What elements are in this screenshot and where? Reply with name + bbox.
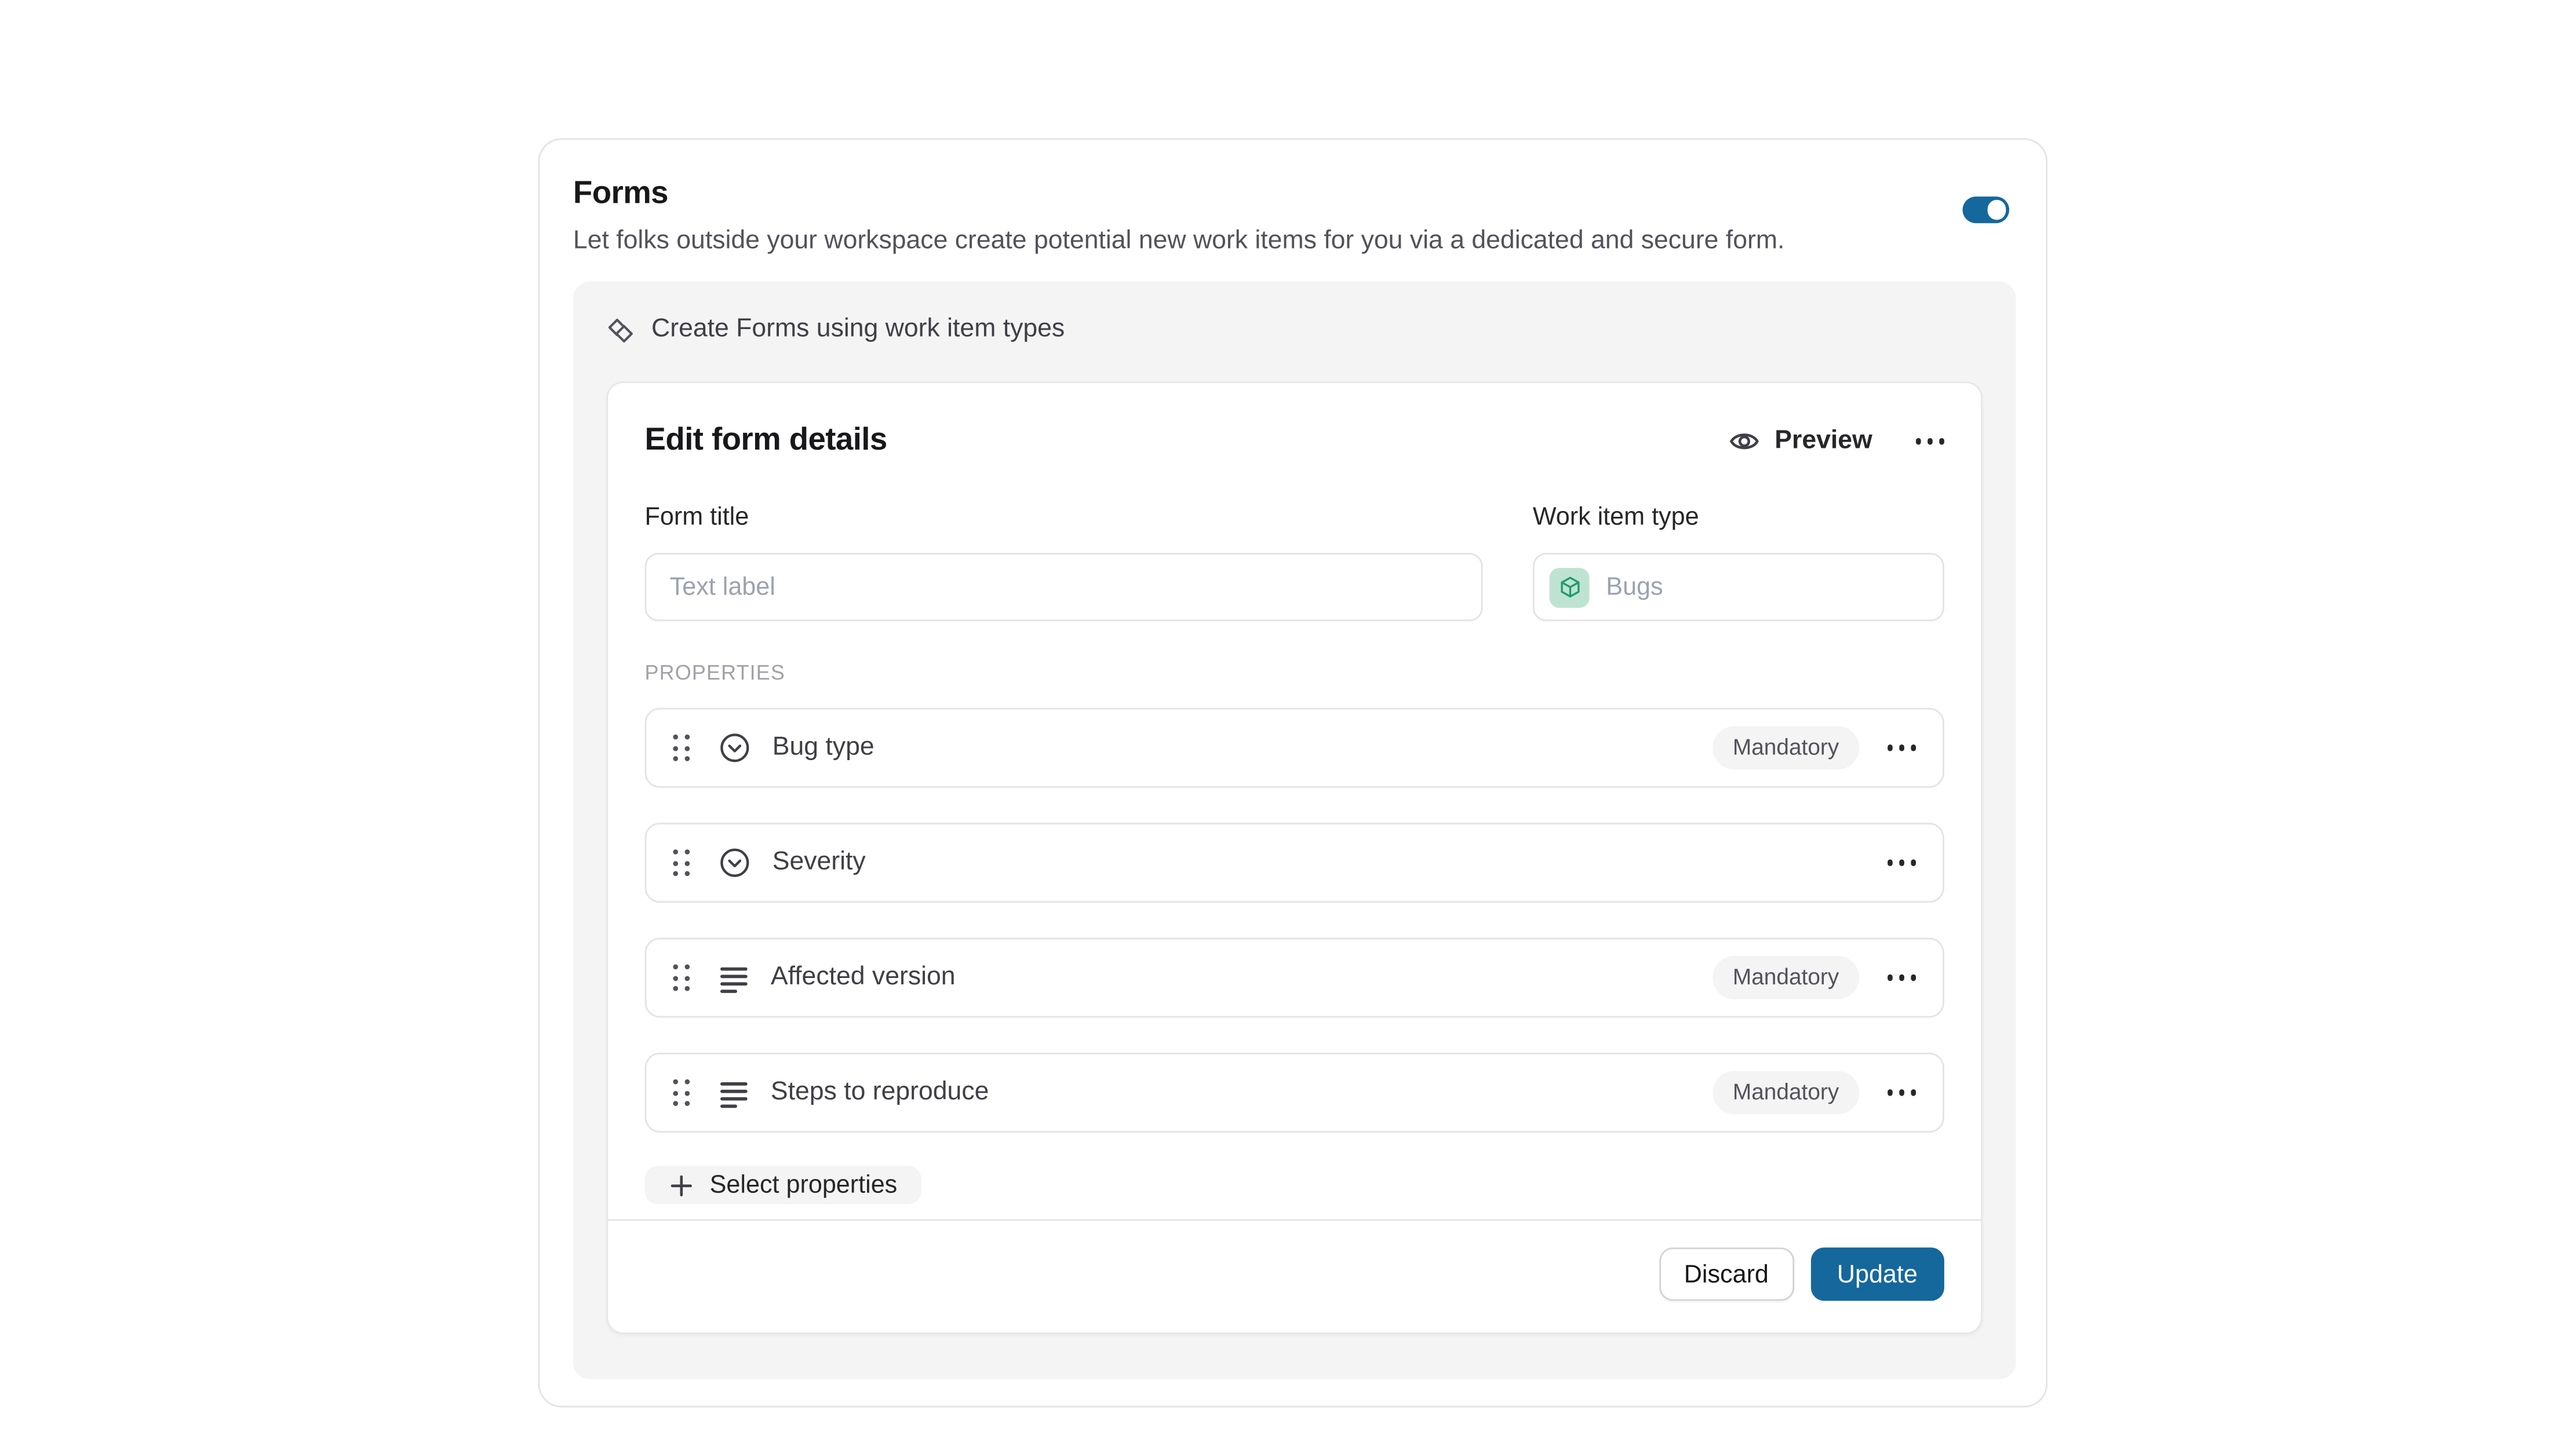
layers-icon (606, 316, 635, 344)
editor-footer: Discard Update (608, 1219, 1981, 1332)
editor-menu-ellipsis-icon[interactable] (1916, 439, 1944, 444)
property-label: Affected version (771, 963, 956, 993)
mandatory-badge: Mandatory (1713, 726, 1859, 769)
drag-handle-icon[interactable] (673, 964, 689, 991)
work-item-type-label: Work item type (1533, 503, 1944, 533)
panel-header: Create Forms using work item types (606, 315, 1983, 345)
preview-button[interactable]: Preview (1728, 425, 1872, 458)
property-row: Severity Mandatory (645, 823, 1944, 903)
property-label: Severity (773, 848, 866, 878)
forms-settings-card: Forms Let folks outside your workspace c… (538, 138, 2048, 1408)
editor-header: Edit form details Preview (645, 419, 1944, 463)
property-menu-ellipsis-icon[interactable] (1888, 745, 1916, 751)
text-property-icon (717, 1077, 749, 1109)
property-menu-ellipsis-icon[interactable] (1888, 1090, 1916, 1096)
edit-form-card: Edit form details Preview (606, 381, 1983, 1334)
cube-icon (1550, 567, 1590, 607)
select-properties-button[interactable]: Select properties (645, 1166, 921, 1204)
properties-list: Bug type Mandatory Severity Mandatory (645, 708, 1944, 1133)
work-item-type-value: Bugs (1606, 573, 1663, 601)
property-menu-ellipsis-icon[interactable] (1888, 860, 1916, 866)
form-title-input[interactable] (645, 553, 1483, 621)
property-label: Bug type (773, 733, 875, 763)
properties-caption: PROPERTIES (645, 661, 1944, 686)
select-properties-label: Select properties (710, 1171, 898, 1199)
work-item-type-field[interactable]: Bugs (1533, 553, 1944, 621)
discard-button[interactable]: Discard (1659, 1247, 1794, 1301)
property-row: Affected version Mandatory (645, 938, 1944, 1018)
forms-settings-page: Forms Let folks outside your workspace c… (0, 0, 2575, 1449)
property-row: Bug type Mandatory (645, 708, 1944, 788)
editor-title: Edit form details (645, 419, 887, 463)
mandatory-badge: Mandatory (1713, 1071, 1859, 1114)
form-title-label: Form title (645, 503, 1483, 533)
panel-header-label: Create Forms using work item types (651, 315, 1065, 345)
update-button[interactable]: Update (1810, 1247, 1944, 1301)
toggle-knob (1987, 200, 2006, 219)
page-title: Forms (573, 173, 2013, 217)
plus-icon (668, 1171, 695, 1198)
mandatory-badge: Mandatory (1713, 956, 1859, 999)
preview-label: Preview (1775, 426, 1872, 457)
dropdown-property-icon (717, 731, 750, 764)
forms-enabled-toggle[interactable] (1963, 196, 2009, 222)
property-menu-ellipsis-icon[interactable] (1888, 975, 1916, 981)
drag-handle-icon[interactable] (673, 1079, 689, 1107)
dropdown-property-icon (717, 846, 750, 879)
property-row: Steps to reproduce Mandatory (645, 1053, 1944, 1133)
page-description: Let folks outside your workspace create … (573, 223, 2013, 258)
work-item-types-panel: Create Forms using work item types Edit … (573, 282, 2016, 1379)
property-label: Steps to reproduce (771, 1078, 989, 1108)
drag-handle-icon[interactable] (673, 849, 689, 877)
eye-icon (1728, 425, 1761, 458)
drag-handle-icon[interactable] (673, 735, 689, 762)
text-property-icon (717, 962, 749, 994)
form-fields: Form title Work item type (645, 503, 1944, 621)
